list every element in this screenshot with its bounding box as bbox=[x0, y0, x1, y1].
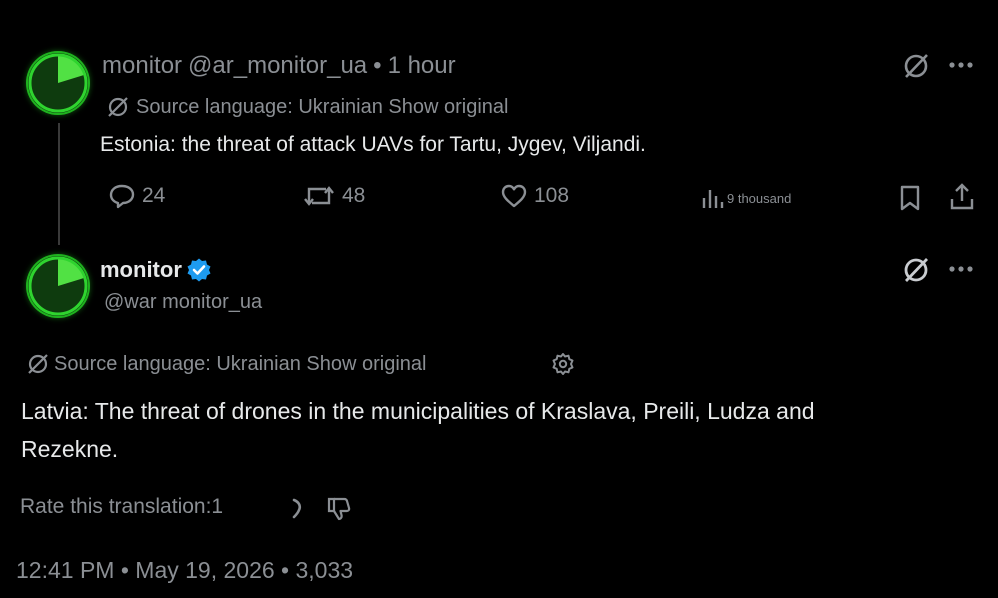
reply-button[interactable]: 24 bbox=[108, 183, 165, 209]
grok-icon[interactable] bbox=[902, 256, 930, 284]
settings-gear-icon[interactable] bbox=[551, 352, 575, 376]
share-icon[interactable] bbox=[948, 182, 976, 212]
handle[interactable]: @war monitor_ua bbox=[104, 291, 262, 314]
reply-icon bbox=[108, 183, 136, 209]
separator-dot: • bbox=[373, 52, 382, 79]
display-name[interactable]: monitor bbox=[102, 52, 182, 80]
repost-icon bbox=[302, 183, 336, 209]
translate-icon bbox=[26, 352, 50, 376]
handle[interactable]: @ar_monitor_ua bbox=[188, 52, 367, 80]
tweet1-header: monitor @ar_monitor_ua • 1 hour bbox=[102, 52, 456, 80]
verified-badge-icon[interactable] bbox=[186, 257, 212, 283]
tweet2-header: monitor bbox=[100, 257, 212, 283]
thumbs-down-icon[interactable] bbox=[326, 496, 352, 522]
translation-note-text[interactable]: Source language: Ukrainian Show original bbox=[54, 353, 426, 376]
rate-translation-label: Rate this translation:1 bbox=[20, 495, 224, 518]
thumbs-up-icon[interactable] bbox=[290, 497, 306, 521]
bookmark-icon[interactable] bbox=[897, 184, 923, 212]
more-options-icon[interactable] bbox=[948, 264, 976, 274]
reply-count: 24 bbox=[142, 184, 166, 207]
avatar[interactable] bbox=[26, 51, 90, 115]
like-button[interactable]: 108 bbox=[500, 183, 569, 209]
display-name[interactable]: monitor bbox=[100, 257, 182, 283]
avatar[interactable] bbox=[26, 254, 90, 318]
tweet2-body-line2: Rezekne. bbox=[21, 436, 119, 462]
repost-button[interactable]: 48 bbox=[302, 183, 365, 209]
views-button[interactable]: 9 thousand bbox=[700, 186, 791, 210]
views-count: 9 thousand bbox=[727, 190, 792, 206]
tweet-meta: 12:41 PM • May 19, 2026 • 3,033 bbox=[16, 557, 354, 583]
radar-avatar-icon bbox=[28, 53, 88, 113]
thread-connector bbox=[58, 123, 60, 245]
timestamp[interactable]: 1 hour bbox=[388, 52, 456, 80]
translation-note: Source language: Ukrainian Show original bbox=[106, 95, 508, 119]
tweet1-body: Estonia: the threat of attack UAVs for T… bbox=[100, 133, 646, 156]
radar-avatar-icon bbox=[28, 256, 88, 316]
repost-count: 48 bbox=[342, 184, 366, 207]
tweet2-body-line1: Latvia: The threat of drones in the muni… bbox=[21, 398, 815, 424]
like-count: 108 bbox=[534, 184, 570, 207]
translation-note: Source language: Ukrainian Show original bbox=[26, 352, 426, 376]
translation-note-text[interactable]: Source language: Ukrainian Show original bbox=[136, 96, 508, 119]
tweet2-body: Latvia: The threat of drones in the muni… bbox=[21, 392, 815, 468]
rate-translation: Rate this translation:1 bbox=[20, 495, 223, 519]
heart-icon bbox=[500, 183, 528, 209]
analytics-icon bbox=[700, 186, 724, 210]
more-options-icon[interactable] bbox=[948, 60, 976, 70]
grok-icon[interactable] bbox=[902, 52, 930, 80]
translate-icon bbox=[106, 95, 130, 119]
